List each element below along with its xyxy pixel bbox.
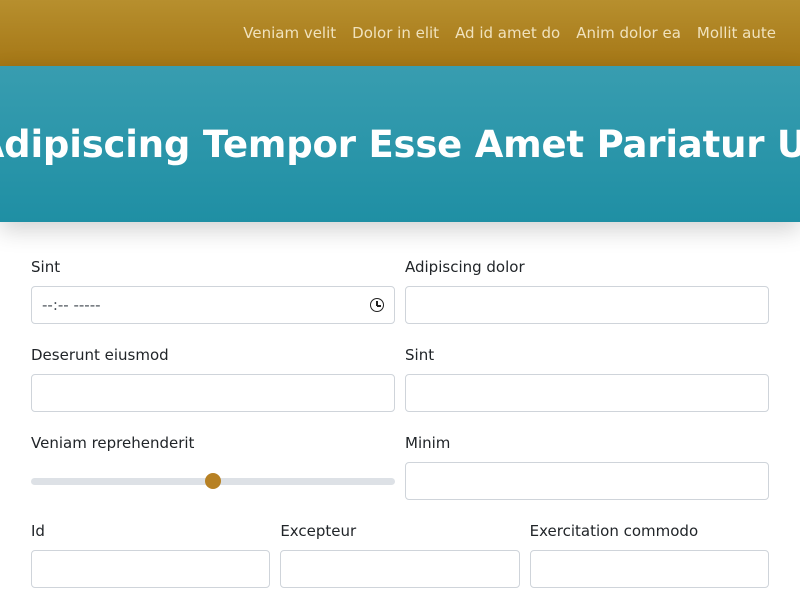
- excepteur-label: Excepteur: [280, 522, 357, 540]
- minim-group: Minim: [405, 426, 769, 514]
- form-row-2: Deserunt eiusmod Sint: [31, 338, 769, 426]
- exercitation-commodo-label: Exercitation commodo: [529, 522, 699, 540]
- adipiscing-dolor-group: Adipiscing dolor: [405, 250, 769, 338]
- minim-label: Minim: [405, 434, 451, 452]
- nav-link-2[interactable]: Dolor in elit: [352, 24, 439, 42]
- id-input[interactable]: [31, 550, 271, 588]
- form-row-3: Veniam reprehenderit Minim: [31, 426, 769, 514]
- minim-input[interactable]: [405, 462, 769, 500]
- slider-thumb[interactable]: [205, 473, 221, 489]
- sint-time-group: Sint --:-- -----: [31, 250, 395, 338]
- veniam-reprehenderit-label: Veniam reprehenderit: [31, 434, 195, 452]
- id-group: Id: [31, 514, 271, 602]
- id-label: Id: [31, 522, 45, 540]
- page-title: Adipiscing Tempor Esse Amet Pariatur Ut: [0, 122, 800, 166]
- adipiscing-dolor-input[interactable]: [405, 286, 769, 324]
- sint-time-input[interactable]: --:-- -----: [31, 286, 395, 324]
- nav-link-5[interactable]: Mollit aute: [697, 24, 776, 42]
- veniam-reprehenderit-group: Veniam reprehenderit: [31, 426, 395, 514]
- nav-link-1[interactable]: Veniam velit: [243, 24, 336, 42]
- adipiscing-dolor-label: Adipiscing dolor: [405, 258, 525, 276]
- form-row-1: Sint --:-- ----- Adipiscing dolor: [31, 250, 769, 338]
- exercitation-commodo-group: Exercitation commodo: [529, 514, 769, 602]
- hero-banner: Adipiscing Tempor Esse Amet Pariatur Ut: [0, 66, 800, 222]
- clock-icon[interactable]: [370, 298, 384, 312]
- deserunt-eiusmod-input[interactable]: [31, 374, 395, 412]
- form: Sint --:-- ----- Adipiscing dolor Deseru…: [31, 250, 769, 602]
- excepteur-input[interactable]: [280, 550, 520, 588]
- form-row-4: Id Excepteur Exercitation commodo: [31, 514, 769, 602]
- top-navigation: Veniam velit Dolor in elit Ad id amet do…: [0, 0, 800, 66]
- veniam-reprehenderit-slider[interactable]: [31, 462, 395, 500]
- sint-text-label: Sint: [405, 346, 435, 364]
- deserunt-eiusmod-group: Deserunt eiusmod: [31, 338, 395, 426]
- time-placeholder: --:-- -----: [42, 296, 101, 314]
- nav-link-3[interactable]: Ad id amet do: [455, 24, 560, 42]
- excepteur-group: Excepteur: [280, 514, 520, 602]
- deserunt-eiusmod-label: Deserunt eiusmod: [31, 346, 169, 364]
- nav-link-4[interactable]: Anim dolor ea: [576, 24, 681, 42]
- sint-text-group: Sint: [405, 338, 769, 426]
- sint-text-input[interactable]: [405, 374, 769, 412]
- sint-time-label: Sint: [31, 258, 61, 276]
- exercitation-commodo-input[interactable]: [529, 550, 769, 588]
